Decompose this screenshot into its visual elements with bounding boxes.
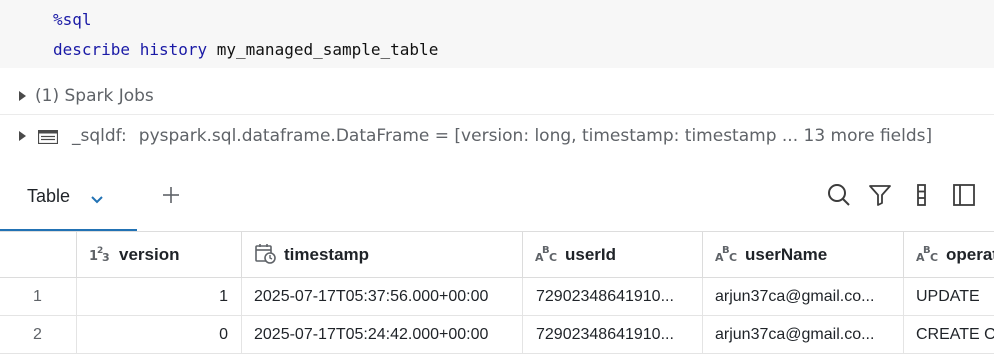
- dataframe-schema-toggle[interactable]: _sqldf: pyspark.sql.dataframe.DataFrame =…: [0, 122, 994, 150]
- row-index: 1: [0, 278, 77, 315]
- add-visualization-button[interactable]: [158, 182, 184, 208]
- code-keyword: describe history: [53, 40, 208, 59]
- divider: [0, 114, 994, 115]
- search-icon[interactable]: [826, 182, 852, 208]
- column-density-icon[interactable]: [909, 182, 935, 208]
- column-header-username[interactable]: ABC userName: [703, 232, 904, 277]
- tab-table[interactable]: Table: [0, 172, 137, 232]
- code-cell[interactable]: %sql describe history my_managed_sample_…: [0, 0, 994, 68]
- dataframe-description: _sqldf: pyspark.sql.dataframe.DataFrame =…: [72, 126, 932, 146]
- cell-userid[interactable]: 72902348641910...: [523, 278, 703, 315]
- column-header-operation[interactable]: ABC operat: [904, 232, 994, 277]
- cell-username[interactable]: arjun37ca@gmail.co...: [703, 278, 904, 315]
- row-index: 2: [0, 316, 77, 353]
- table-row[interactable]: 2 0 2025-07-17T05:24:42.000+00:00 729023…: [0, 316, 994, 354]
- table-icon: [37, 129, 59, 145]
- filter-icon[interactable]: [867, 182, 893, 208]
- column-header-label: timestamp: [284, 244, 370, 264]
- column-header-label: userId: [565, 244, 617, 264]
- dataframe-schema: pyspark.sql.dataframe.DataFrame = [versi…: [138, 126, 933, 146]
- tab-table-label: Table: [27, 186, 71, 206]
- string-type-icon: ABC: [535, 244, 557, 265]
- cell-operation[interactable]: CREATE O: [904, 316, 994, 353]
- string-type-icon: ABC: [916, 244, 938, 265]
- calendar-clock-icon: [254, 242, 276, 267]
- code-table-name: my_managed_sample_table: [216, 40, 439, 59]
- svg-text:3: 3: [102, 251, 110, 262]
- svg-text:C: C: [729, 251, 737, 262]
- integer-type-icon: 123: [89, 244, 111, 265]
- dataframe-name: _sqldf:: [72, 126, 127, 146]
- column-header-version[interactable]: 123 version: [77, 232, 242, 277]
- caret-right-icon: [19, 91, 26, 101]
- cell-version[interactable]: 1: [77, 278, 242, 315]
- result-tabbar: Table: [0, 172, 994, 232]
- column-header-label: operat: [946, 244, 994, 264]
- cell-version[interactable]: 0: [77, 316, 242, 353]
- cell-userid[interactable]: 72902348641910...: [523, 316, 703, 353]
- cell-timestamp[interactable]: 2025-07-17T05:24:42.000+00:00: [242, 316, 523, 353]
- sidebar-panel-icon[interactable]: [951, 182, 977, 208]
- caret-right-icon: [19, 131, 26, 141]
- cell-username[interactable]: arjun37ca@gmail.co...: [703, 316, 904, 353]
- cell-timestamp[interactable]: 2025-07-17T05:37:56.000+00:00: [242, 278, 523, 315]
- spark-jobs-label: (1) Spark Jobs: [35, 86, 154, 106]
- string-type-icon: ABC: [715, 244, 737, 265]
- cell-operation[interactable]: UPDATE: [904, 278, 994, 315]
- code-query-line: describe history my_managed_sample_table: [53, 40, 438, 59]
- table-row[interactable]: 1 1 2025-07-17T05:37:56.000+00:00 729023…: [0, 278, 994, 316]
- spark-jobs-toggle[interactable]: (1) Spark Jobs: [0, 82, 994, 110]
- column-header-userid[interactable]: ABC userId: [523, 232, 703, 277]
- svg-text:C: C: [930, 251, 938, 262]
- chevron-down-icon[interactable]: [90, 190, 104, 209]
- result-table: 123 version timestamp ABC userId ABC use…: [0, 232, 994, 363]
- column-header-label: version: [119, 244, 180, 264]
- code-magic-line: %sql: [53, 10, 92, 29]
- row-index-header: [0, 232, 77, 277]
- column-header-timestamp[interactable]: timestamp: [242, 232, 523, 277]
- svg-text:C: C: [549, 251, 557, 262]
- column-header-label: userName: [745, 244, 828, 264]
- table-header-row: 123 version timestamp ABC userId ABC use…: [0, 232, 994, 278]
